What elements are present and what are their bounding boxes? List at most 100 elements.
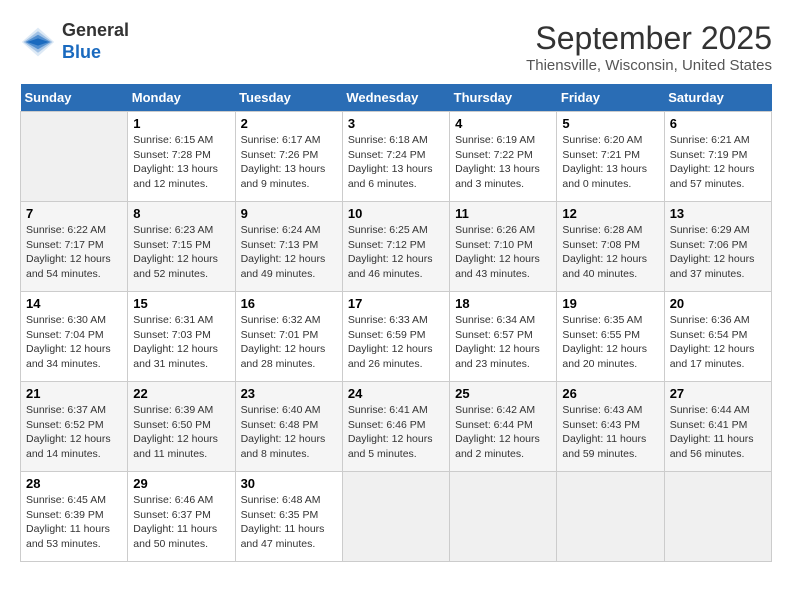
- day-number: 13: [670, 206, 766, 221]
- day-info: Sunrise: 6:30 AMSunset: 7:04 PMDaylight:…: [26, 313, 122, 372]
- day-info: Sunrise: 6:39 AMSunset: 6:50 PMDaylight:…: [133, 403, 229, 462]
- calendar-cell: 10 Sunrise: 6:25 AMSunset: 7:12 PMDayligh…: [342, 202, 449, 292]
- calendar-header: SundayMondayTuesdayWednesdayThursdayFrid…: [21, 84, 772, 112]
- day-number: 27: [670, 386, 766, 401]
- calendar-cell: 28 Sunrise: 6:45 AMSunset: 6:39 PMDayligh…: [21, 472, 128, 562]
- day-number: 19: [562, 296, 658, 311]
- calendar-cell: 19 Sunrise: 6:35 AMSunset: 6:55 PMDayligh…: [557, 292, 664, 382]
- day-info: Sunrise: 6:24 AMSunset: 7:13 PMDaylight:…: [241, 223, 337, 282]
- calendar-cell: 26 Sunrise: 6:43 AMSunset: 6:43 PMDayligh…: [557, 382, 664, 472]
- calendar-cell: [21, 112, 128, 202]
- calendar-cell: [557, 472, 664, 562]
- day-number: 16: [241, 296, 337, 311]
- logo-general: General: [62, 20, 129, 40]
- day-info: Sunrise: 6:34 AMSunset: 6:57 PMDaylight:…: [455, 313, 551, 372]
- calendar-cell: 6Sunrise: 6:21 AMSunset: 7:19 PMDaylight…: [664, 112, 771, 202]
- day-info: Sunrise: 6:37 AMSunset: 6:52 PMDaylight:…: [26, 403, 122, 462]
- month-title: September 2025: [526, 20, 772, 57]
- day-info: Sunrise: 6:23 AMSunset: 7:15 PMDaylight:…: [133, 223, 229, 282]
- day-info: Sunrise: 6:46 AMSunset: 6:37 PMDaylight:…: [133, 493, 229, 552]
- weekday-header-thursday: Thursday: [450, 84, 557, 112]
- day-info: Sunrise: 6:35 AMSunset: 6:55 PMDaylight:…: [562, 313, 658, 372]
- day-number: 20: [670, 296, 766, 311]
- day-number: 11: [455, 206, 551, 221]
- calendar-cell: 14 Sunrise: 6:30 AMSunset: 7:04 PMDayligh…: [21, 292, 128, 382]
- day-info: Sunrise: 6:43 AMSunset: 6:43 PMDaylight:…: [562, 403, 658, 462]
- day-info: Sunrise: 6:36 AMSunset: 6:54 PMDaylight:…: [670, 313, 766, 372]
- calendar-cell: [664, 472, 771, 562]
- calendar-cell: 11Sunrise: 6:26 AMSunset: 7:10 PMDayligh…: [450, 202, 557, 292]
- day-number: 26: [562, 386, 658, 401]
- day-info: Sunrise: 6:44 AMSunset: 6:41 PMDaylight:…: [670, 403, 766, 462]
- day-number: 6: [670, 116, 766, 131]
- page-header: General Blue September 2025 Thiensville,…: [20, 20, 772, 74]
- day-number: 28: [26, 476, 122, 491]
- day-number: 12: [562, 206, 658, 221]
- weekday-header-saturday: Saturday: [664, 84, 771, 112]
- calendar-cell: 15 Sunrise: 6:31 AMSunset: 7:03 PMDayligh…: [128, 292, 235, 382]
- calendar-cell: 22 Sunrise: 6:39 AMSunset: 6:50 PMDayligh…: [128, 382, 235, 472]
- calendar-table: SundayMondayTuesdayWednesdayThursdayFrid…: [20, 84, 772, 562]
- day-number: 14: [26, 296, 122, 311]
- day-info: Sunrise: 6:17 AMSunset: 7:26 PMDaylight:…: [241, 133, 337, 192]
- week-row-1: 1 Sunrise: 6:15 AMSunset: 7:28 PMDaylight…: [21, 112, 772, 202]
- day-info: Sunrise: 6:28 AMSunset: 7:08 PMDaylight:…: [562, 223, 658, 282]
- calendar-cell: 21Sunrise: 6:37 AMSunset: 6:52 PMDayligh…: [21, 382, 128, 472]
- day-number: 1: [133, 116, 229, 131]
- day-number: 2: [241, 116, 337, 131]
- logo-blue: Blue: [62, 42, 101, 62]
- calendar-cell: 4 Sunrise: 6:19 AMSunset: 7:22 PMDaylight…: [450, 112, 557, 202]
- day-number: 9: [241, 206, 337, 221]
- day-info: Sunrise: 6:15 AMSunset: 7:28 PMDaylight:…: [133, 133, 229, 192]
- calendar-cell: 29 Sunrise: 6:46 AMSunset: 6:37 PMDayligh…: [128, 472, 235, 562]
- week-row-2: 7 Sunrise: 6:22 AMSunset: 7:17 PMDaylight…: [21, 202, 772, 292]
- calendar-cell: [450, 472, 557, 562]
- calendar-cell: 2 Sunrise: 6:17 AMSunset: 7:26 PMDaylight…: [235, 112, 342, 202]
- calendar-cell: 23Sunrise: 6:40 AMSunset: 6:48 PMDayligh…: [235, 382, 342, 472]
- day-info: Sunrise: 6:48 AMSunset: 6:35 PMDaylight:…: [241, 493, 337, 552]
- calendar-cell: 27 Sunrise: 6:44 AMSunset: 6:41 PMDayligh…: [664, 382, 771, 472]
- logo-icon: [20, 24, 56, 60]
- day-info: Sunrise: 6:45 AMSunset: 6:39 PMDaylight:…: [26, 493, 122, 552]
- logo: General Blue: [20, 20, 129, 63]
- day-number: 3: [348, 116, 444, 131]
- calendar-cell: 13 Sunrise: 6:29 AMSunset: 7:06 PMDayligh…: [664, 202, 771, 292]
- day-number: 15: [133, 296, 229, 311]
- calendar-cell: 16 Sunrise: 6:32 AMSunset: 7:01 PMDayligh…: [235, 292, 342, 382]
- day-number: 5: [562, 116, 658, 131]
- day-number: 29: [133, 476, 229, 491]
- location-subtitle: Thiensville, Wisconsin, United States: [526, 57, 772, 74]
- day-info: Sunrise: 6:40 AMSunset: 6:48 PMDaylight:…: [241, 403, 337, 462]
- day-info: Sunrise: 6:18 AMSunset: 7:24 PMDaylight:…: [348, 133, 444, 192]
- weekday-header-row: SundayMondayTuesdayWednesdayThursdayFrid…: [21, 84, 772, 112]
- calendar-cell: [342, 472, 449, 562]
- day-number: 22: [133, 386, 229, 401]
- week-row-3: 14 Sunrise: 6:30 AMSunset: 7:04 PMDayligh…: [21, 292, 772, 382]
- day-number: 4: [455, 116, 551, 131]
- calendar-body: 1 Sunrise: 6:15 AMSunset: 7:28 PMDaylight…: [21, 112, 772, 562]
- day-info: Sunrise: 6:33 AMSunset: 6:59 PMDaylight:…: [348, 313, 444, 372]
- calendar-cell: 1 Sunrise: 6:15 AMSunset: 7:28 PMDaylight…: [128, 112, 235, 202]
- day-info: Sunrise: 6:25 AMSunset: 7:12 PMDaylight:…: [348, 223, 444, 282]
- day-info: Sunrise: 6:19 AMSunset: 7:22 PMDaylight:…: [455, 133, 551, 192]
- day-number: 10: [348, 206, 444, 221]
- calendar-cell: 30Sunrise: 6:48 AMSunset: 6:35 PMDayligh…: [235, 472, 342, 562]
- calendar-cell: 17Sunrise: 6:33 AMSunset: 6:59 PMDayligh…: [342, 292, 449, 382]
- day-info: Sunrise: 6:29 AMSunset: 7:06 PMDaylight:…: [670, 223, 766, 282]
- day-number: 24: [348, 386, 444, 401]
- weekday-header-monday: Monday: [128, 84, 235, 112]
- day-info: Sunrise: 6:31 AMSunset: 7:03 PMDaylight:…: [133, 313, 229, 372]
- calendar-cell: 7 Sunrise: 6:22 AMSunset: 7:17 PMDaylight…: [21, 202, 128, 292]
- calendar-cell: 24Sunrise: 6:41 AMSunset: 6:46 PMDayligh…: [342, 382, 449, 472]
- day-info: Sunrise: 6:22 AMSunset: 7:17 PMDaylight:…: [26, 223, 122, 282]
- day-info: Sunrise: 6:20 AMSunset: 7:21 PMDaylight:…: [562, 133, 658, 192]
- day-number: 18: [455, 296, 551, 311]
- calendar-cell: 9 Sunrise: 6:24 AMSunset: 7:13 PMDaylight…: [235, 202, 342, 292]
- day-number: 7: [26, 206, 122, 221]
- weekday-header-tuesday: Tuesday: [235, 84, 342, 112]
- weekday-header-friday: Friday: [557, 84, 664, 112]
- weekday-header-sunday: Sunday: [21, 84, 128, 112]
- day-number: 25: [455, 386, 551, 401]
- calendar-cell: 12 Sunrise: 6:28 AMSunset: 7:08 PMDayligh…: [557, 202, 664, 292]
- day-info: Sunrise: 6:32 AMSunset: 7:01 PMDaylight:…: [241, 313, 337, 372]
